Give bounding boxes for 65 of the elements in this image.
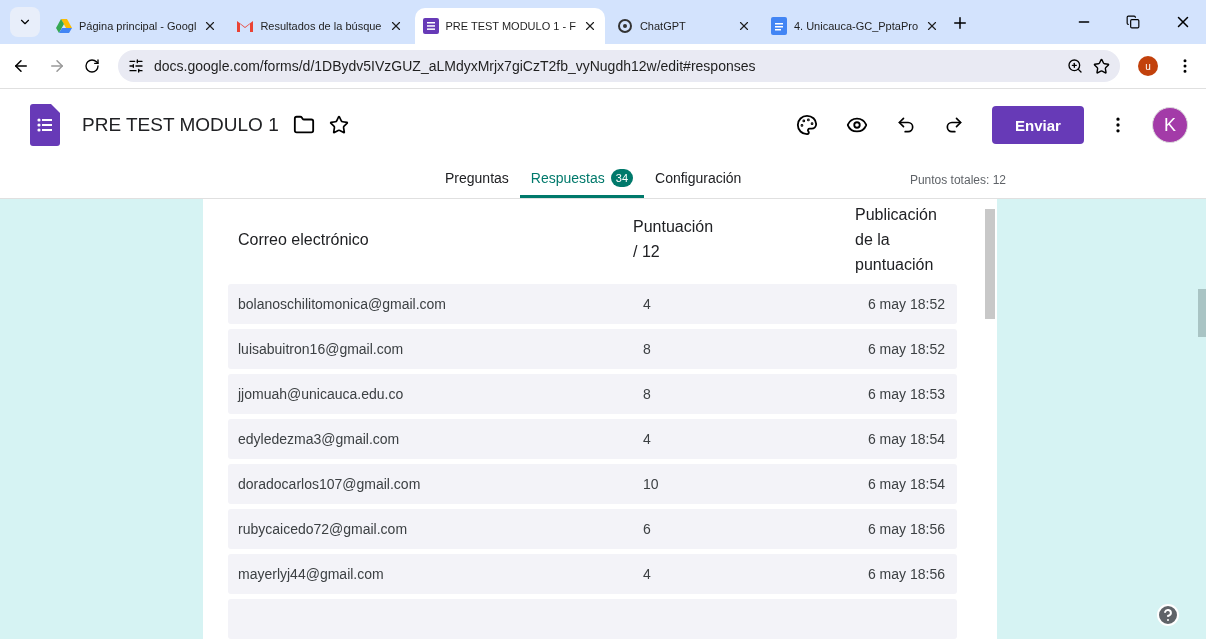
drive-icon bbox=[56, 19, 72, 33]
profile-avatar[interactable]: u bbox=[1138, 56, 1158, 76]
flower-icon bbox=[616, 18, 633, 34]
tab-title: Página principal - Googl bbox=[79, 20, 197, 32]
column-header: Publicación de la puntuación bbox=[855, 204, 938, 275]
tab-title: Resultados de la búsque bbox=[260, 20, 382, 32]
date-cell-text: 6 may 18:56 bbox=[866, 521, 945, 537]
total-points: Puntos totales: 12 bbox=[909, 172, 1006, 187]
column-header: Puntuación / 12 bbox=[633, 217, 715, 262]
scrollbar-thumb[interactable] bbox=[985, 209, 995, 319]
page-scrollbar-thumb[interactable] bbox=[1198, 289, 1206, 337]
date-cell-text: 6 may 18:54 bbox=[866, 431, 945, 447]
date-cell-text: 6 may 18:52 bbox=[866, 341, 945, 357]
browser-tab[interactable]: Resultados de la búsque bbox=[229, 8, 411, 44]
folder-icon[interactable] bbox=[292, 114, 315, 136]
mail-icon bbox=[237, 20, 254, 32]
restore-icon[interactable] bbox=[1126, 15, 1140, 29]
score-cell-text: 4 bbox=[643, 296, 652, 312]
redo-icon[interactable] bbox=[944, 115, 964, 135]
url-text: docs.google.com/forms/d/1DBydv5IVzGUZ_aLMdyxMrjx7giCzT2fb_vyNugdh12w/edit#responses bbox=[154, 58, 757, 74]
back-icon[interactable] bbox=[12, 57, 30, 75]
date-cell-text: 6 may 18:52 bbox=[866, 296, 945, 312]
response-count: 34 bbox=[610, 169, 633, 187]
forms-icon bbox=[422, 18, 439, 34]
address-bar[interactable]: docs.google.com/forms/d/1DBydv5IVzGUZ_aLMdyxMrjx7giCzT2fb_vyNugdh12w/edit#responses bbox=[118, 50, 1120, 82]
date-cell-text: 6 may 18:56 bbox=[866, 566, 945, 582]
email-cell-text: mayerlyj44@gmail.com bbox=[238, 566, 385, 582]
form-tab[interactable]: Configuración bbox=[644, 161, 753, 198]
score-cell-text: 8 bbox=[643, 386, 652, 402]
email-cell-text: bolanoschilitomonica@gmail.com bbox=[238, 296, 447, 312]
site-settings-icon[interactable] bbox=[128, 58, 144, 74]
tab-title: PRE TEST MODULO 1 - F bbox=[445, 20, 576, 32]
column-header: Correo electrónico bbox=[238, 229, 370, 250]
score-cell-text: 4 bbox=[643, 431, 652, 447]
date-cell-text: 6 may 18:54 bbox=[866, 476, 945, 492]
email-cell-text: doradocarlos107@gmail.com bbox=[238, 476, 422, 492]
date-cell-text: 6 may 18:53 bbox=[866, 386, 945, 402]
star-icon[interactable] bbox=[328, 115, 349, 135]
zoom-icon[interactable] bbox=[1067, 58, 1083, 74]
palette-icon[interactable] bbox=[796, 114, 818, 136]
email-cell-text: rubycaicedo72@gmail.com bbox=[238, 521, 409, 537]
form-tab[interactable]: Preguntas bbox=[434, 161, 520, 198]
email-cell-text: jjomuah@unicauca.edu.co bbox=[238, 386, 405, 402]
forms-icon bbox=[30, 104, 60, 146]
score-cell-text: 4 bbox=[643, 566, 652, 582]
send-button[interactable]: Enviar bbox=[992, 106, 1084, 144]
reload-icon[interactable] bbox=[84, 58, 100, 74]
form-title: PRE TEST MODULO 1 bbox=[82, 114, 279, 136]
browser-tab[interactable]: Página principal - Googl bbox=[48, 8, 226, 44]
bookmark-star-icon[interactable] bbox=[1093, 57, 1110, 75]
undo-icon[interactable] bbox=[896, 115, 916, 135]
tab-title: 4. Unicauca-GC_PptaPro bbox=[793, 20, 919, 32]
score-cell-text: 6 bbox=[643, 521, 652, 537]
browser-tab[interactable]: 4. Unicauca-GC_PptaPro bbox=[762, 8, 948, 44]
email-cell-text: edyledezma3@gmail.com bbox=[238, 431, 401, 447]
docs-icon bbox=[770, 17, 787, 35]
score-cell-text: 10 bbox=[643, 476, 660, 492]
score-cell-text: 8 bbox=[643, 341, 652, 357]
browser-tab[interactable]: PRE TEST MODULO 1 - F bbox=[414, 8, 605, 44]
forward-icon[interactable] bbox=[48, 57, 66, 75]
tab-title: ChatGPT bbox=[639, 20, 687, 32]
browser-tab[interactable]: ChatGPT bbox=[608, 8, 759, 44]
help-icon[interactable] bbox=[1156, 603, 1180, 627]
account-avatar[interactable]: K bbox=[1152, 107, 1188, 143]
email-cell-text: luisabuitron16@gmail.com bbox=[238, 341, 405, 357]
